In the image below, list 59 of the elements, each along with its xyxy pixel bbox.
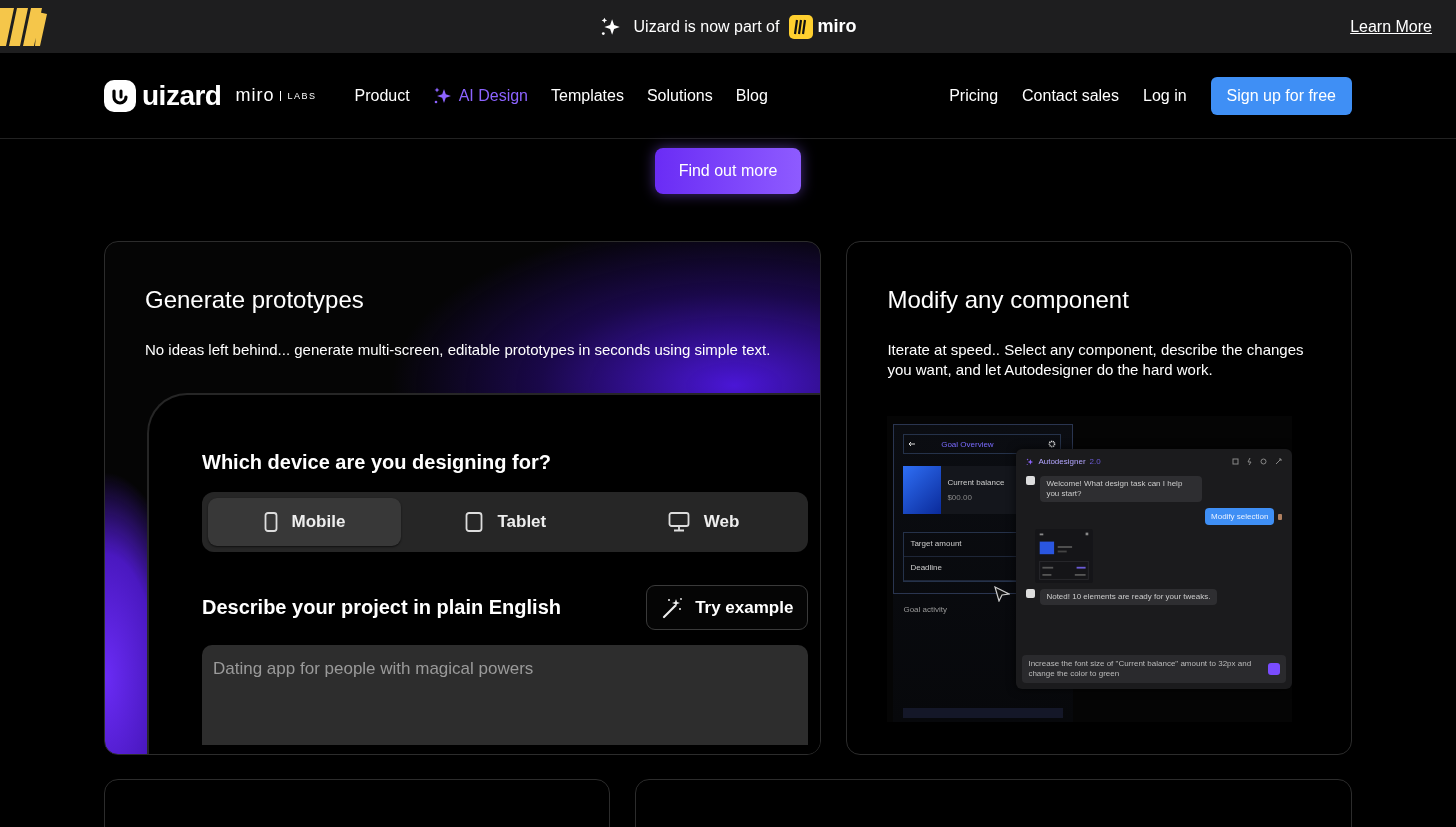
screen-title: Goal Overview — [941, 439, 994, 449]
labs-label: LABS — [280, 90, 317, 101]
balance-amount: $00.00 — [947, 493, 973, 502]
chat-input-text: Increase the font size of "Current balance" amount to 32px and change the color to green — [1028, 659, 1253, 679]
magic-wand-icon — [661, 596, 684, 619]
device-tab[interactable]: Tablet — [407, 498, 605, 546]
device-label: Mobile — [291, 512, 346, 532]
learn-more-link[interactable]: Learn More — [1350, 17, 1432, 36]
phone-icon — [263, 512, 278, 532]
find-out-more-button[interactable]: Find out more — [654, 148, 802, 194]
send-button[interactable] — [1268, 663, 1281, 675]
uizard-wordmark: uizard — [142, 79, 222, 112]
try-example-button[interactable]: Try example — [646, 585, 809, 630]
device-label: Tablet — [497, 512, 547, 532]
card-title: Generate prototypes — [145, 286, 365, 314]
thumbnail-drawing — [1035, 529, 1094, 583]
card-description: Iterate at speed.. Select any component, describe the changes you want, and let Autodesigner do the hard work. — [887, 340, 1305, 380]
nav-link[interactable]: Product — [354, 85, 410, 106]
announcement-text: Uizard is now part of — [633, 17, 780, 36]
nav-link[interactable]: Pricing — [949, 86, 999, 105]
project-description-field[interactable]: Dating app for people with magical powers — [202, 645, 809, 745]
nav-link[interactable]: Templates — [551, 85, 624, 106]
device-label: Web — [703, 512, 740, 532]
monitor-icon — [667, 512, 690, 532]
user-message: Modify selection — [1205, 508, 1275, 525]
nav-link[interactable]: AI Design — [432, 85, 528, 106]
lightning-icon[interactable] — [1247, 458, 1253, 465]
question-text: Which device are you designing for? — [202, 451, 552, 474]
expand-icon[interactable] — [1275, 458, 1283, 465]
miro-wordmark: miro — [235, 85, 275, 106]
nav-link[interactable]: Contact sales — [1022, 86, 1119, 105]
section-heading: Goal activity — [903, 605, 947, 614]
nav-link[interactable]: Solutions — [646, 85, 713, 106]
gradient-thumbnail — [903, 466, 942, 514]
card-description: No ideas left behind... generate multi-screen, editable prototypes in seconds using simple text. — [145, 340, 772, 360]
miro-wordmark: miro — [817, 16, 857, 37]
assistant-avatar — [1026, 476, 1036, 485]
assistant-message: Noted! 10 elements are ready for your tweaks. — [1040, 589, 1217, 605]
gear-icon — [1048, 440, 1057, 448]
device-tab[interactable]: Web — [604, 498, 803, 546]
cursor-icon — [994, 586, 1011, 602]
nav-link[interactable]: Blog — [735, 85, 768, 106]
nav-link[interactable]: Log in — [1143, 86, 1187, 105]
user-avatar-icon — [1278, 513, 1283, 520]
sparkle-icon — [1026, 457, 1035, 466]
assistant-avatar — [1026, 589, 1036, 598]
stripes-logo-icon — [0, 8, 47, 46]
device-tab[interactable]: Mobile — [208, 498, 401, 546]
chat-input-field[interactable]: Increase the font size of "Current balance" amount to 32px and change the color to green — [1022, 655, 1287, 683]
version-label: 2.0 — [1089, 457, 1101, 466]
card-title: Modify any component — [887, 286, 1130, 314]
chat-title: Autodesigner — [1038, 457, 1086, 466]
prompt-label: Describe your project in plain English — [202, 596, 561, 619]
tablet-icon — [465, 512, 484, 532]
miro-logo-icon — [789, 14, 814, 39]
uizard-logo-icon — [104, 79, 136, 112]
assistant-message: Welcome! What design task can I help you start? — [1040, 476, 1203, 502]
balance-label: Current balance — [947, 478, 1005, 487]
back-arrow-icon — [908, 441, 917, 447]
